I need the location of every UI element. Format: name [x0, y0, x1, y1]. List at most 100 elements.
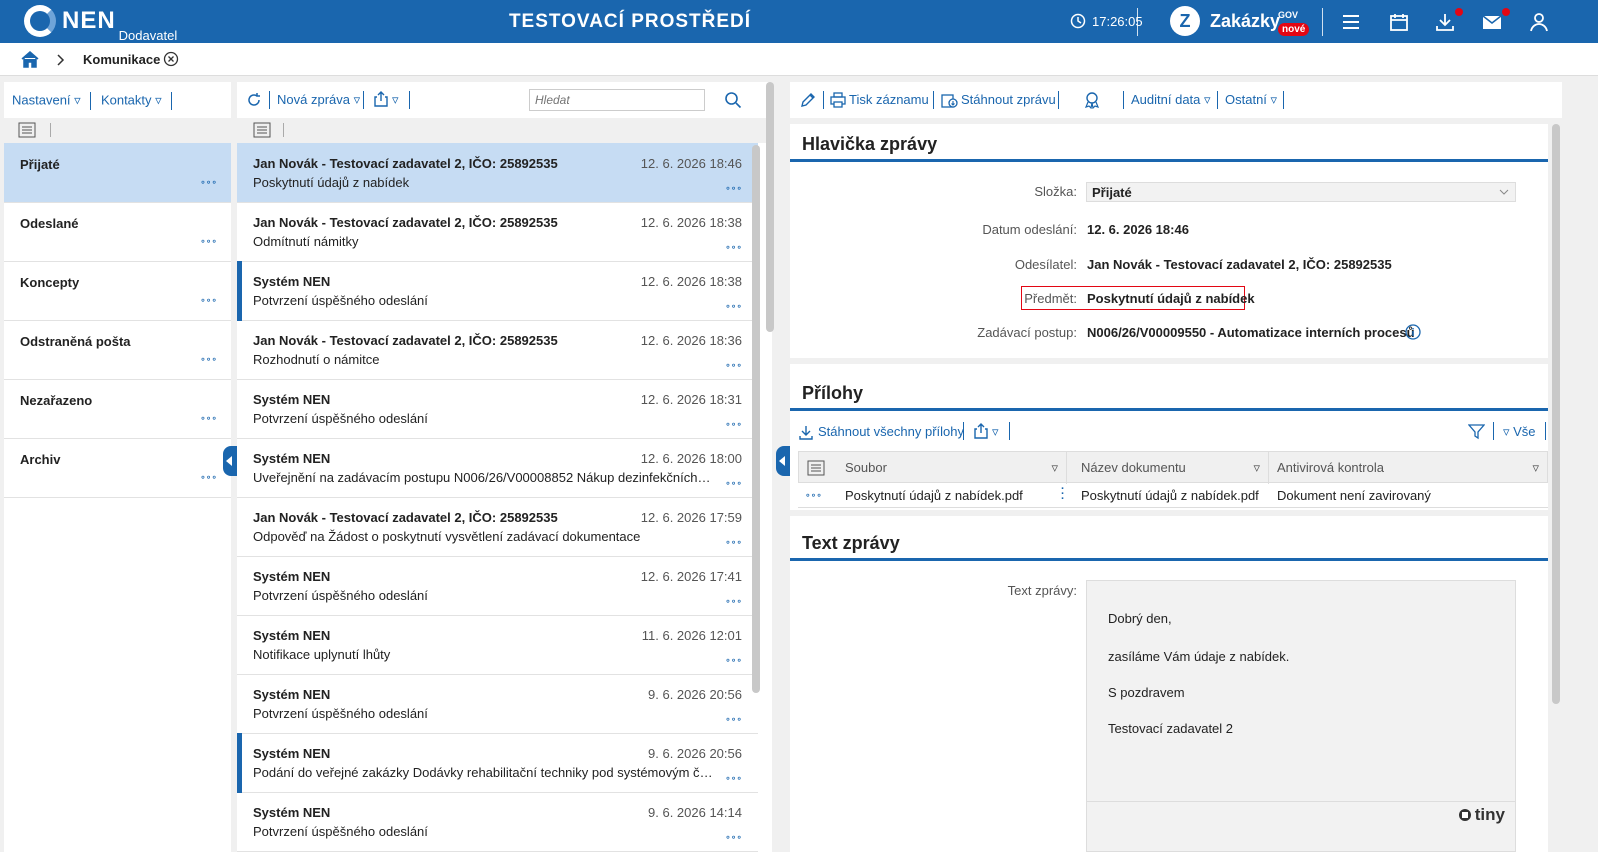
- more-options-icon[interactable]: ∘∘∘: [725, 301, 742, 312]
- message-subject: Odmítnutí námitky: [253, 234, 359, 249]
- detail-scrollbar[interactable]: [1552, 124, 1560, 704]
- edit-icon[interactable]: [800, 92, 816, 108]
- more-options-icon[interactable]: ∘∘∘: [725, 537, 742, 548]
- collapse-left-panel-button[interactable]: [223, 446, 237, 476]
- mail-icon[interactable]: [1481, 11, 1503, 33]
- date-label: Datum odeslání:: [982, 222, 1077, 237]
- more-options-icon[interactable]: ∘∘∘: [725, 360, 742, 371]
- print-record-button[interactable]: Tisk záznamu: [849, 92, 929, 107]
- folder-item[interactable]: Odstraněná pošta ∘∘∘: [4, 320, 231, 380]
- download-all-icon[interactable]: [798, 424, 814, 440]
- new-message-dropdown[interactable]: Nová zpráva ▿: [277, 92, 360, 108]
- message-item[interactable]: Jan Novák - Testovací zadavatel 2, IČO: …: [237, 320, 758, 380]
- divider: [1493, 422, 1494, 440]
- export-icon[interactable]: [973, 423, 989, 439]
- more-options-icon[interactable]: ∘∘∘: [725, 655, 742, 666]
- more-options-icon[interactable]: ∘∘∘: [200, 413, 217, 424]
- message-item[interactable]: Jan Novák - Testovací zadavatel 2, IČO: …: [237, 143, 758, 203]
- folder-item[interactable]: Přijaté ∘∘∘: [4, 143, 231, 203]
- settings-dropdown[interactable]: Nastavení ▿: [12, 92, 81, 107]
- more-options-icon[interactable]: ∘∘∘: [725, 714, 742, 725]
- attachment-file[interactable]: Poskytnutí údajů z nabídek.pdf: [845, 488, 1023, 503]
- more-options-icon[interactable]: ∘∘∘: [200, 354, 217, 365]
- divider: [1283, 91, 1284, 109]
- close-icon[interactable]: [163, 51, 179, 67]
- download-message-button[interactable]: Stáhnout zprávu: [961, 92, 1056, 107]
- procedure-value[interactable]: N006/26/V00009550 - Automatizace interní…: [1087, 325, 1415, 340]
- column-header-file[interactable]: Soubor ▿: [837, 452, 1067, 484]
- award-icon[interactable]: [1083, 91, 1101, 109]
- download-icon[interactable]: [1434, 11, 1456, 33]
- more-options-icon[interactable]: ∘∘∘: [725, 832, 742, 843]
- middle-outer-scrollbar[interactable]: [766, 82, 774, 332]
- more-options-icon[interactable]: ∘∘∘: [200, 177, 217, 188]
- export-icon[interactable]: [373, 91, 389, 107]
- date-value: 12. 6. 2026 18:46: [1087, 222, 1189, 237]
- search-icon[interactable]: [724, 91, 742, 109]
- contacts-dropdown[interactable]: Kontakty ▿: [101, 92, 162, 107]
- message-list-scrollbar[interactable]: [752, 145, 760, 693]
- more-options-icon[interactable]: ∘∘∘: [725, 773, 742, 784]
- more-options-icon[interactable]: ∘∘∘: [725, 183, 742, 194]
- table-settings-icon[interactable]: [807, 460, 825, 476]
- divider: [363, 91, 364, 109]
- message-subject: Potvrzení úspěšného odeslání: [253, 824, 428, 839]
- audit-data-label: Auditní data: [1131, 92, 1201, 107]
- message-text-editor[interactable]: Dobrý den, zasíláme Vám údaje z nabídek.…: [1086, 580, 1516, 852]
- filter-settings-icon[interactable]: [18, 122, 36, 138]
- zakazky-gov-link[interactable]: Z Zakázky GOV nové: [1170, 6, 1310, 36]
- folder-item[interactable]: Koncepty ∘∘∘: [4, 261, 231, 321]
- collapse-middle-panel-button[interactable]: [776, 446, 790, 476]
- audit-data-dropdown[interactable]: Auditní data ▿: [1131, 92, 1211, 108]
- message-item[interactable]: Systém NEN 12. 6. 2026 18:00 Uveřejnění na…: [237, 438, 758, 498]
- more-options-icon[interactable]: ∘∘∘: [200, 236, 217, 247]
- message-item[interactable]: Systém NEN 12. 6. 2026 17:41 Potvrzení úsp…: [237, 556, 758, 616]
- refresh-icon[interactable]: [246, 92, 262, 108]
- message-line: S pozdravem: [1108, 685, 1185, 700]
- user-icon[interactable]: [1528, 11, 1550, 33]
- message-item[interactable]: Systém NEN 12. 6. 2026 18:38 Potvrzení úsp…: [237, 261, 758, 321]
- message-item[interactable]: Systém NEN 9. 6. 2026 20:56 Podání do veře…: [237, 733, 758, 793]
- unread-marker: [237, 261, 242, 321]
- export-dropdown-arrow[interactable]: ▿: [992, 424, 999, 440]
- tiny-logo-icon: [1458, 809, 1471, 821]
- more-options-icon[interactable]: ∘∘∘: [200, 472, 217, 483]
- download-message-icon[interactable]: [941, 92, 958, 108]
- folder-item[interactable]: Archiv ∘∘∘: [4, 438, 231, 498]
- show-all-dropdown[interactable]: ▿ Vše: [1503, 424, 1536, 440]
- info-icon[interactable]: [1405, 324, 1421, 340]
- print-icon[interactable]: [830, 92, 846, 108]
- message-item[interactable]: Jan Novák - Testovací zadavatel 2, IČO: …: [237, 202, 758, 262]
- column-header-document-name[interactable]: Název dokumentu ▿: [1073, 452, 1269, 484]
- export-dropdown-arrow[interactable]: ▿: [392, 92, 399, 108]
- more-options-icon[interactable]: ∘∘∘: [725, 242, 742, 253]
- column-header-antivirus[interactable]: Antivirová kontrola ▿: [1269, 452, 1547, 484]
- folder-item[interactable]: Nezařazeno ∘∘∘: [4, 379, 231, 439]
- more-options-icon[interactable]: ∘∘∘: [725, 478, 742, 489]
- search-input[interactable]: [529, 89, 705, 111]
- more-options-icon[interactable]: ∘∘∘: [725, 596, 742, 607]
- breadcrumb-current[interactable]: Komunikace: [83, 52, 160, 67]
- more-options-icon[interactable]: ∘∘∘: [725, 419, 742, 430]
- other-dropdown[interactable]: Ostatní ▿: [1225, 92, 1277, 108]
- menu-icon[interactable]: [1340, 11, 1362, 33]
- attachment-row[interactable]: ∘∘∘ Poskytnutí údajů z nabídek.pdf · · · P…: [798, 483, 1548, 508]
- message-item[interactable]: Systém NEN 9. 6. 2026 20:56 Potvrzení úspě…: [237, 674, 758, 734]
- folder-select[interactable]: Přijaté: [1086, 182, 1516, 202]
- filter-settings-icon[interactable]: [253, 122, 271, 138]
- more-options-icon[interactable]: ∘∘∘: [200, 295, 217, 306]
- divider: [933, 91, 934, 109]
- folder-item[interactable]: Odeslané ∘∘∘: [4, 202, 231, 262]
- message-item[interactable]: Systém NEN 11. 6. 2026 12:01 Notifikace up…: [237, 615, 758, 675]
- calendar-icon[interactable]: [1388, 11, 1410, 33]
- section-underline: [790, 159, 1548, 162]
- message-item[interactable]: Systém NEN 9. 6. 2026 14:14 Potvrzení úspě…: [237, 792, 758, 852]
- row-actions-icon[interactable]: ∘∘∘: [805, 490, 822, 501]
- vertical-dots-icon[interactable]: · · ·: [1061, 484, 1065, 505]
- message-item[interactable]: Jan Novák - Testovací zadavatel 2, IČO: …: [237, 497, 758, 557]
- message-item[interactable]: Systém NEN 12. 6. 2026 18:31 Potvrzení úsp…: [237, 379, 758, 439]
- mail-notification-dot: [1502, 8, 1510, 16]
- home-icon[interactable]: [20, 50, 40, 68]
- filter-icon[interactable]: [1468, 423, 1485, 440]
- download-all-attachments-button[interactable]: Stáhnout všechny přílohy: [818, 424, 964, 439]
